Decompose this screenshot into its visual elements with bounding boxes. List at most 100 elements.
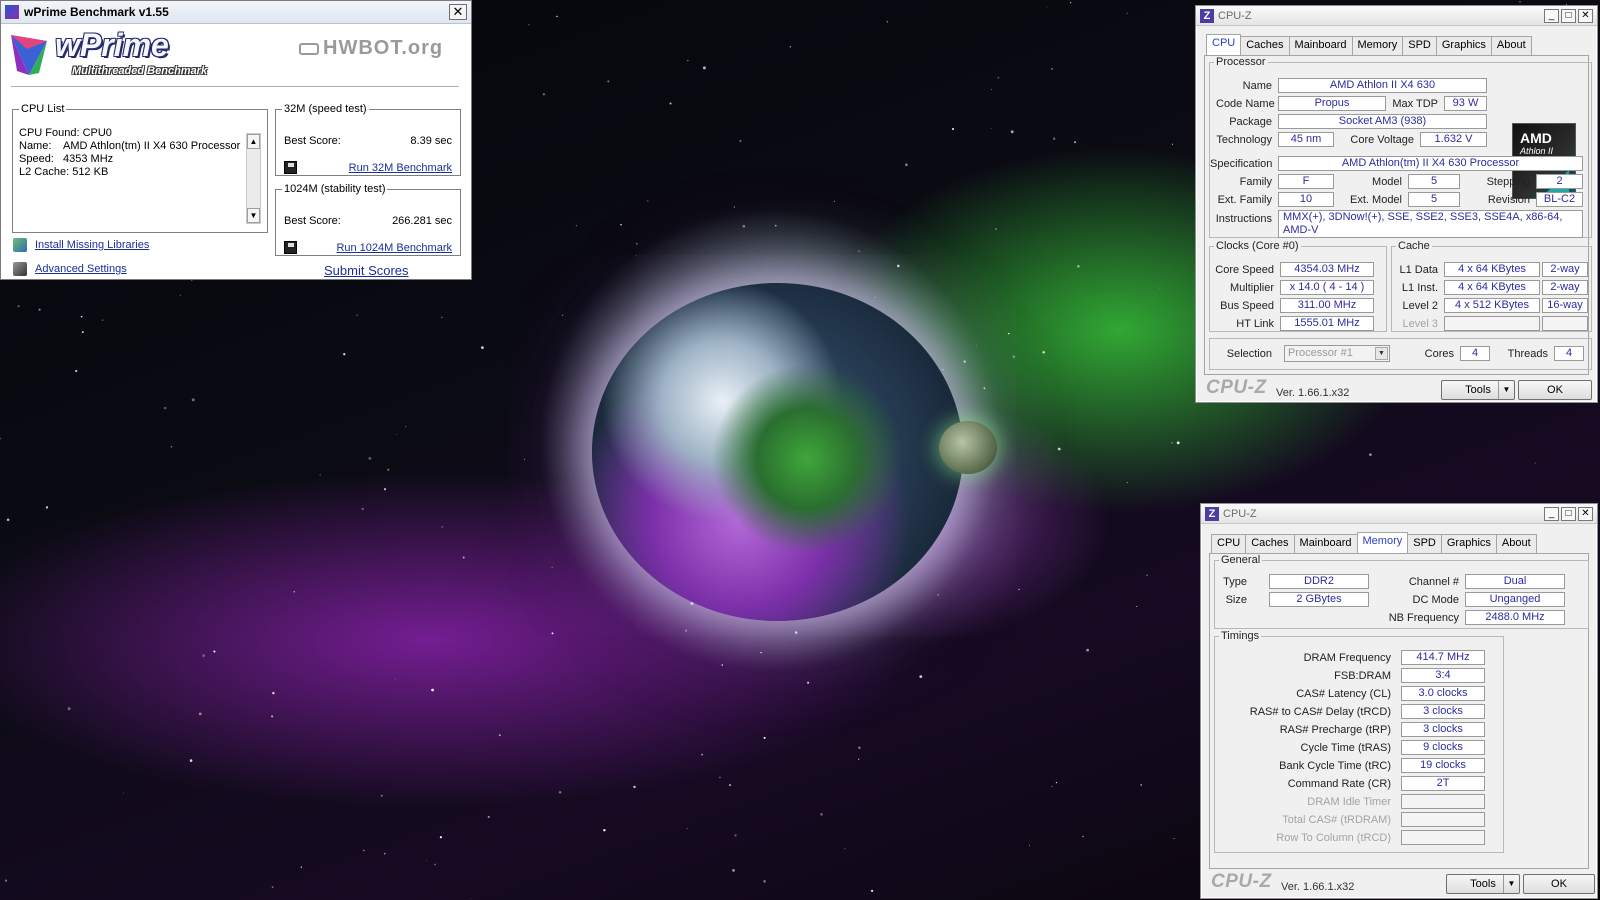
star <box>75 369 78 373</box>
tools-button[interactable]: Tools ▼ <box>1441 380 1515 400</box>
cpu-list-line: Name: AMD Athlon(tm) II X4 630 Processor <box>19 140 241 152</box>
chevron-down-icon[interactable]: ▼ <box>1498 381 1514 399</box>
star <box>789 46 792 48</box>
star <box>633 785 636 789</box>
trp-label: RAS# Precharge (tRP) <box>1279 724 1391 736</box>
close-icon[interactable]: ✕ <box>1578 8 1593 23</box>
star <box>919 675 923 678</box>
ext-model-value: 5 <box>1408 192 1460 207</box>
star <box>937 593 940 596</box>
star <box>434 863 436 866</box>
general-legend: General <box>1221 554 1261 566</box>
star <box>441 316 443 319</box>
wprime-window: wPrime Benchmark v1.55 ✕ wPrime Multithr… <box>0 0 472 280</box>
cpuz-footer-logo: CPU-Z <box>1206 377 1267 398</box>
timings-group: Timings DRAM Frequency 414.7 MHz FSB:DRA… <box>1214 630 1504 853</box>
star <box>293 591 295 593</box>
scroll-up-icon[interactable]: ▲ <box>247 134 260 149</box>
tab-caches[interactable]: Caches <box>1245 534 1295 553</box>
advanced-settings-row[interactable]: Advanced Settings <box>13 262 127 276</box>
minimize-icon[interactable]: _ <box>1544 506 1559 521</box>
star <box>524 458 526 460</box>
ok-button[interactable]: OK <box>1518 380 1592 400</box>
close-icon[interactable]: ✕ <box>449 4 467 20</box>
cpuz-cpu-titlebar[interactable]: Z CPU-Z _ □ ✕ <box>1196 6 1597 26</box>
size-value: 2 GBytes <box>1269 592 1369 607</box>
run-1024m-benchmark-link[interactable]: Run 1024M Benchmark <box>336 242 452 254</box>
hwbot-logo[interactable]: HWBOT.org <box>299 37 443 60</box>
submit-scores-link[interactable]: Submit Scores <box>324 263 409 278</box>
general-group: General Type DDR2 Size 2 GBytes Channel … <box>1214 554 1589 629</box>
technology-label: Technology <box>1216 134 1272 146</box>
l1-inst-label: L1 Inst. <box>1401 282 1438 294</box>
tab-spd[interactable]: SPD <box>1402 36 1437 55</box>
stepping-label: Stepping <box>1486 176 1530 188</box>
star <box>1051 785 1053 788</box>
tab-memory[interactable]: Memory <box>1356 532 1409 553</box>
star <box>990 127 992 129</box>
tools-button-label: Tools <box>1470 878 1496 890</box>
star <box>426 860 428 862</box>
star <box>319 474 321 476</box>
ext-family-value: 10 <box>1278 192 1334 207</box>
cpu-list-legend: CPU List <box>21 103 65 115</box>
cpuz-cpu-window: Z CPU-Z _ □ ✕ CPU Caches Mainboard Memor… <box>1195 5 1598 403</box>
save-icon[interactable] <box>284 161 297 174</box>
wallpaper-planet <box>592 283 963 621</box>
tab-memory[interactable]: Memory <box>1351 36 1404 55</box>
tab-cpu[interactable]: CPU <box>1206 34 1242 55</box>
cpu-list-scrollbar[interactable]: ▲ ▼ <box>246 133 261 224</box>
cpu-list-line: CPU Found: CPU0 <box>19 127 112 139</box>
tools-button-label: Tools <box>1465 384 1491 396</box>
tab-graphics[interactable]: Graphics <box>1435 36 1492 55</box>
processor-legend: Processor <box>1216 56 1266 68</box>
tab-about[interactable]: About <box>1490 36 1532 55</box>
tab-spd[interactable]: SPD <box>1407 534 1442 553</box>
tab-graphics[interactable]: Graphics <box>1440 534 1497 553</box>
cpu-list-box[interactable]: CPU Found: CPU0 Name: AMD Athlon(tm) II … <box>19 127 263 228</box>
total-cas-label: Total CAS# (tRDRAM) <box>1282 814 1391 826</box>
tab-mainboard[interactable]: Mainboard <box>1288 36 1353 55</box>
run-32m-benchmark-link[interactable]: Run 32M Benchmark <box>349 162 452 174</box>
tab-about[interactable]: About <box>1495 534 1537 553</box>
close-icon[interactable]: ✕ <box>1578 506 1593 521</box>
install-missing-libraries-link[interactable]: Install Missing Libraries <box>35 239 149 251</box>
chevron-down-icon[interactable]: ▼ <box>1503 875 1519 893</box>
processor-select[interactable]: Processor #1 ▼ <box>1284 345 1390 362</box>
star <box>551 566 553 568</box>
star <box>213 650 216 653</box>
ok-button[interactable]: OK <box>1523 874 1595 894</box>
size-label: Size <box>1225 594 1247 606</box>
maximize-icon[interactable]: □ <box>1561 8 1576 23</box>
star <box>551 632 554 635</box>
star <box>1018 588 1020 591</box>
tools-button[interactable]: Tools ▼ <box>1446 874 1520 894</box>
star <box>1050 67 1053 70</box>
star <box>462 556 465 559</box>
stability-test-group: 1024M (stability test) Best Score: 266.2… <box>275 183 461 256</box>
install-libraries-row[interactable]: Install Missing Libraries <box>13 238 149 252</box>
cache-group: Cache L1 Data 4 x 64 KBytes 2-way L1 Ins… <box>1391 240 1592 332</box>
minimize-icon[interactable]: _ <box>1544 8 1559 23</box>
speed-test-legend: 32M (speed test) <box>284 103 367 115</box>
star <box>739 139 742 142</box>
tab-caches[interactable]: Caches <box>1240 36 1290 55</box>
star <box>1171 442 1173 444</box>
type-label: Type <box>1223 576 1247 588</box>
star <box>202 654 205 657</box>
star <box>191 398 195 402</box>
star <box>858 758 860 760</box>
tab-cpu[interactable]: CPU <box>1211 534 1247 553</box>
scroll-down-icon[interactable]: ▼ <box>247 208 260 223</box>
fsb-dram-value: 3:4 <box>1401 668 1485 683</box>
wprime-logo-icon <box>11 35 47 75</box>
maximize-icon[interactable]: □ <box>1561 506 1576 521</box>
model-label: Model <box>1372 176 1402 188</box>
wprime-titlebar[interactable]: wPrime Benchmark v1.55 ✕ <box>1 1 471 24</box>
tab-mainboard[interactable]: Mainboard <box>1293 534 1358 553</box>
save-icon[interactable] <box>284 241 297 254</box>
star <box>721 664 723 666</box>
advanced-settings-link[interactable]: Advanced Settings <box>35 263 127 275</box>
ht-link-label: HT Link <box>1236 318 1274 330</box>
cpuz-memory-titlebar[interactable]: Z CPU-Z _ □ ✕ <box>1201 504 1597 524</box>
